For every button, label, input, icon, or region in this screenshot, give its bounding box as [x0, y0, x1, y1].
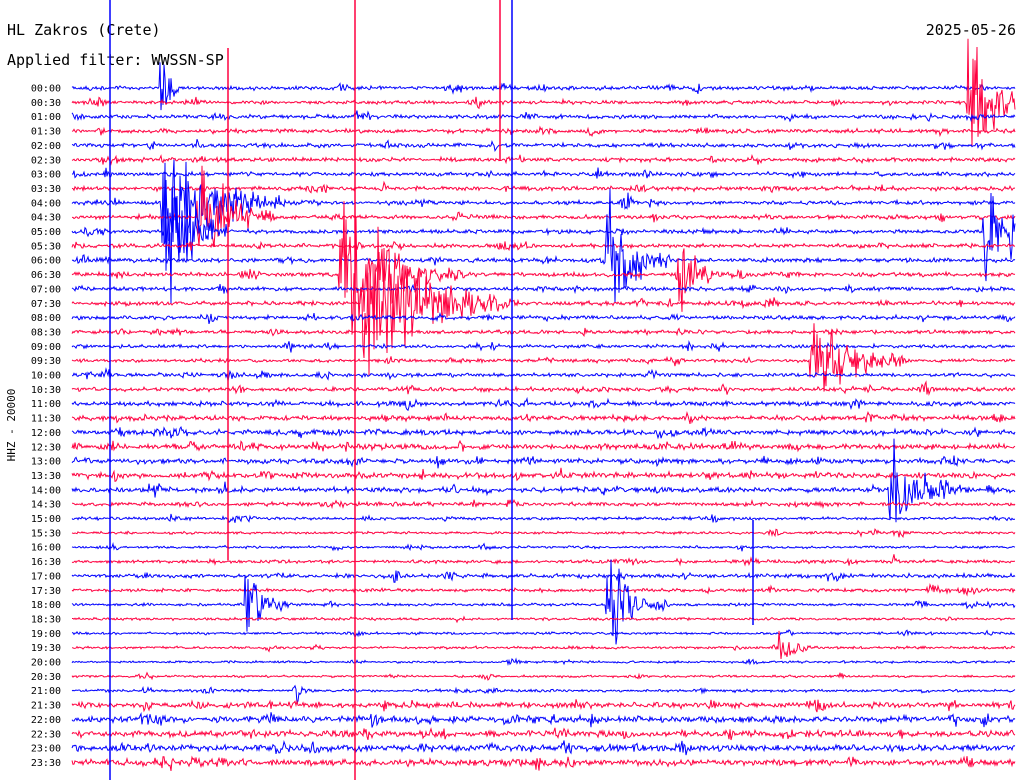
- row-label: 10:30: [31, 385, 61, 396]
- trace-1430: [71, 498, 1016, 510]
- trace-1330: [71, 467, 1016, 482]
- trace-0330: [71, 180, 1016, 194]
- row-label: 23:00: [31, 744, 61, 755]
- row-label: 19:00: [31, 629, 61, 640]
- trace-2300: [71, 739, 1016, 756]
- trace-1130: [71, 411, 1016, 425]
- row-label: 09:00: [31, 342, 61, 353]
- row-label: 02:00: [31, 141, 61, 152]
- row-label: 12:30: [31, 442, 61, 453]
- trace-0700: [71, 283, 1016, 295]
- trace-0900: [71, 340, 1016, 353]
- row-label: 03:00: [31, 170, 61, 181]
- trace-1600: [71, 542, 1016, 552]
- row-label: 09:30: [31, 356, 61, 367]
- trace-1930: [71, 630, 1016, 660]
- row-label: 07:00: [31, 284, 61, 295]
- row-label: 14:00: [31, 485, 61, 496]
- trace-0230: [71, 153, 1016, 166]
- trace-1000: [71, 367, 1016, 381]
- trace-0800: [71, 311, 1016, 325]
- row-label: 05:30: [31, 241, 61, 252]
- trace-1400: [71, 438, 1016, 523]
- trace-1230: [71, 439, 1016, 453]
- trace-1530: [71, 528, 1016, 539]
- trace-2030: [71, 671, 1016, 681]
- trace-0830: [71, 327, 1016, 337]
- row-label: 19:30: [31, 643, 61, 654]
- row-label: 21:30: [31, 701, 61, 712]
- row-label: 00:00: [31, 84, 61, 95]
- trace-0100: [71, 110, 1016, 123]
- trace-1030: [71, 380, 1016, 396]
- trace-0130: [71, 125, 1016, 138]
- channel-label: HHZ - 20000: [5, 389, 18, 462]
- row-label: 14:30: [31, 500, 61, 511]
- trace-2330: [71, 755, 1016, 771]
- trace-2130: [71, 699, 1016, 713]
- row-label: 06:00: [31, 256, 61, 267]
- trace-0000: [71, 62, 1016, 111]
- trace-1800: [71, 559, 1016, 645]
- row-label: 15:30: [31, 528, 61, 539]
- row-label: 11:30: [31, 414, 61, 425]
- trace-2230: [71, 727, 1016, 741]
- row-label: 23:30: [31, 758, 61, 769]
- row-label: 08:30: [31, 327, 61, 338]
- date-label: 2025-05-26: [926, 21, 1016, 39]
- trace-2100: [71, 684, 1016, 704]
- seismogram-traces: [71, 0, 1016, 780]
- row-label: 01:30: [31, 127, 61, 138]
- row-label: 07:30: [31, 299, 61, 310]
- trace-0500: [71, 162, 1016, 304]
- row-label: 05:00: [31, 227, 61, 238]
- row-label: 12:00: [31, 428, 61, 439]
- filter-label: Applied filter: WWSSN-SP: [7, 51, 224, 69]
- trace-1830: [72, 615, 1016, 624]
- row-labels: 00:00 00:30 01:00 01:30 02:00 02:30 03:00 03:30…: [31, 84, 61, 769]
- row-label: 17:30: [31, 586, 61, 597]
- row-label: 20:00: [31, 658, 61, 669]
- row-label: 18:30: [31, 614, 61, 625]
- row-label: 20:30: [31, 672, 61, 683]
- trace-0200: [71, 139, 1016, 153]
- row-label: 16:30: [31, 557, 61, 568]
- row-label: 13:00: [31, 457, 61, 468]
- helicorder-chart: HL Zakros (Crete) 2025-05-26 Applied fil…: [5, 0, 1016, 780]
- trace-1730: [71, 583, 1016, 597]
- row-label: 16:00: [31, 543, 61, 554]
- row-label: 01:00: [31, 112, 61, 123]
- trace-1300: [71, 455, 1016, 469]
- row-label: 02:30: [31, 155, 61, 166]
- trace-2000: [71, 657, 1016, 666]
- row-label: 13:30: [31, 471, 61, 482]
- row-label: 04:00: [31, 198, 61, 209]
- trace-1900: [71, 629, 1016, 639]
- row-label: 21:00: [31, 686, 61, 697]
- row-label: 10:00: [31, 371, 61, 382]
- row-label: 11:00: [31, 399, 61, 410]
- row-label: 22:30: [31, 729, 61, 740]
- row-label: 15:00: [31, 514, 61, 525]
- row-label: 03:30: [31, 184, 61, 195]
- row-label: 08:00: [31, 313, 61, 324]
- row-label: 17:00: [31, 571, 61, 582]
- trace-1700: [71, 570, 1016, 583]
- row-label: 06:30: [31, 270, 61, 281]
- trace-1100: [71, 396, 1016, 412]
- trace-1500: [71, 513, 1015, 523]
- trace-2200: [71, 712, 1016, 728]
- row-label: 18:00: [31, 600, 61, 611]
- row-label: 04:30: [31, 213, 61, 224]
- trace-0300: [71, 167, 1016, 179]
- station-title: HL Zakros (Crete): [7, 21, 161, 39]
- row-label: 22:00: [31, 715, 61, 726]
- row-label: 00:30: [31, 98, 61, 109]
- trace-0930: [71, 323, 1016, 392]
- trace-1630: [71, 554, 1016, 567]
- trace-1200: [71, 425, 1016, 440]
